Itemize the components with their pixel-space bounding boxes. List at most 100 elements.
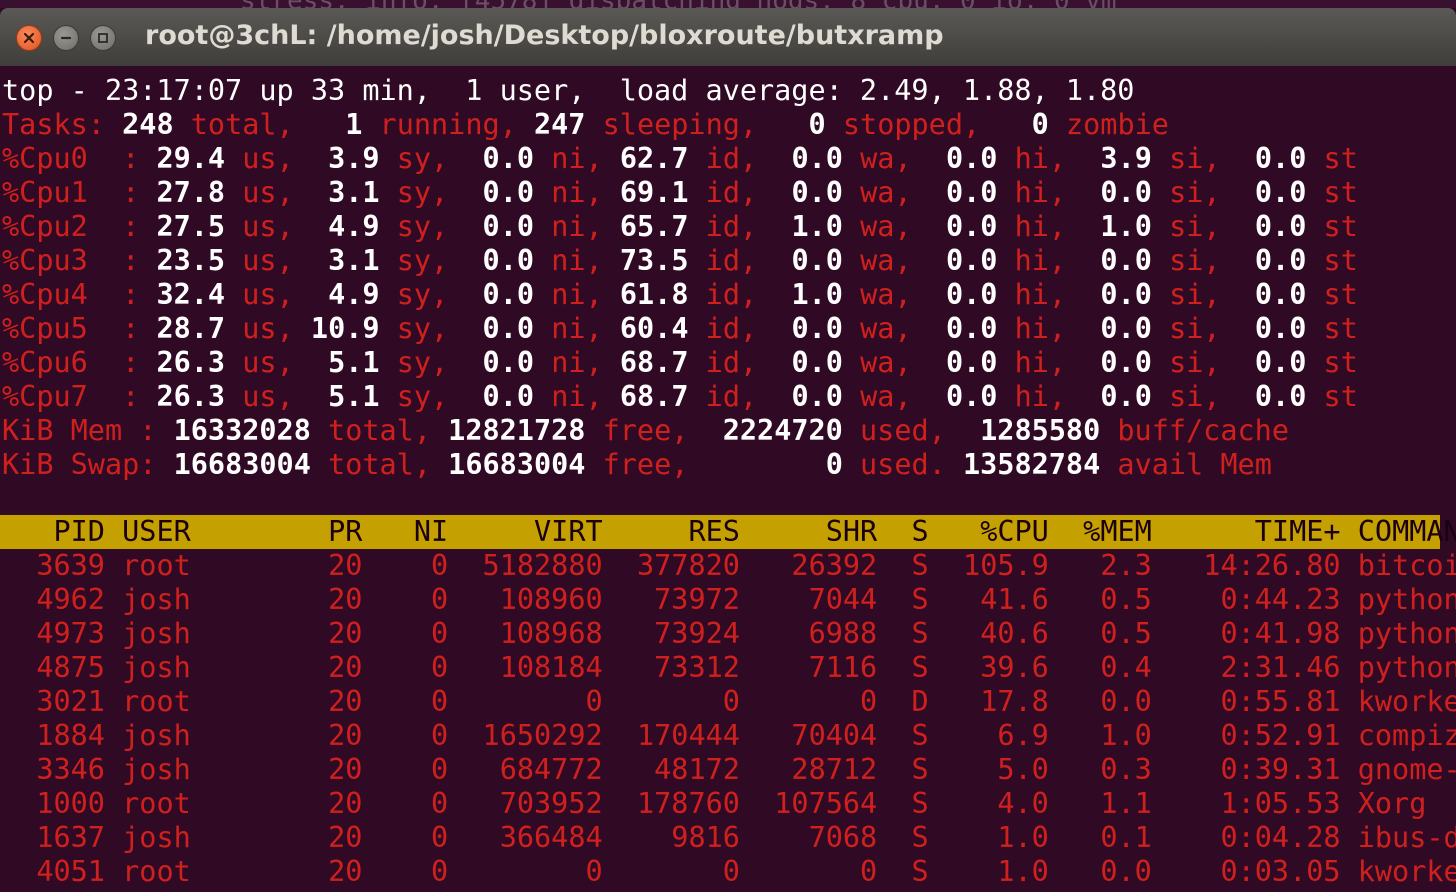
cpu-ni-value: 0.0 [482,278,535,311]
window-titlebar[interactable]: root@3chL: /home/josh/Desktop/bloxroute/… [0,8,1456,66]
cell-virt: 108968 [499,617,603,650]
cpu-wa-value: 0.0 [791,176,843,209]
cell-time: 1:05.53 [1220,787,1341,820]
column-header-res[interactable]: RES [620,515,739,548]
cpu-st-value: 0.0 [1254,278,1307,311]
column-header-shr[interactable]: SHR [757,515,877,548]
cell-s: S [911,719,929,752]
cell-virt: 0 [585,685,603,718]
minimize-button[interactable] [53,25,79,51]
cell-mem: 1.1 [1100,787,1152,820]
mem-buff: 1285580 [980,414,1101,447]
cpu-hi-value: 0.0 [945,142,998,175]
cell-user: root [122,549,191,582]
process-header-row: PID USER PR NI VIRT RES SHR S %CPU %MEM … [2,515,1456,549]
column-header-s[interactable]: S [894,515,929,548]
cpu-st-label: st [1323,278,1358,311]
cpu-st-value: 0.0 [1254,346,1307,379]
cell-command: python [1357,583,1456,616]
tasks-running-label: running, [362,108,517,141]
cpu-sy-label: sy, [396,210,449,243]
column-header-command[interactable]: COMMAND [1358,515,1456,548]
cpu-wa-value: 0.0 [791,380,843,413]
cell-time: 0:41.98 [1220,617,1341,650]
cpu-si-value: 0.0 [1100,346,1152,379]
tasks-running: 1 [345,108,363,141]
terminal-window[interactable]: root@3chL: /home/josh/Desktop/bloxroute/… [0,8,1456,892]
cpu-hi-value: 0.0 [945,176,998,209]
table-row: 3639 root 20 0 5182880 377820 26392 S 10… [2,549,1456,583]
cell-cpu: 40.6 [980,617,1049,650]
table-row: 3346 josh 20 0 684772 48172 28712 S 5.0 … [2,753,1456,787]
column-header-pr[interactable]: PR [294,515,362,548]
cpu-st-label: st [1323,142,1358,175]
column-header-virt[interactable]: VIRT [465,515,603,548]
cell-command: kworker/u1+ [1357,685,1456,718]
swap-avail: 13582784 [962,448,1101,481]
cell-time: 0:39.31 [1220,753,1341,786]
table-row: 1000 root 20 0 703952 178760 107564 S 4.… [2,787,1456,821]
cpu-wa-label: wa, [860,210,912,243]
cell-s: S [911,583,929,616]
cpu-line: %Cpu3 : 23.5 us, 3.1 sy, 0.0 ni, 73.5 id… [2,244,1358,278]
cell-shr: 28712 [791,753,878,786]
cpu-hi-value: 0.0 [945,244,998,277]
cell-mem: 0.5 [1100,583,1152,616]
column-header-pid[interactable]: PID [19,515,104,548]
terminal-area[interactable]: top - 23:17:07 up 33 min, 1 user, load a… [0,66,1456,892]
maximize-button[interactable] [90,25,116,51]
cell-ni: 0 [431,719,449,752]
close-button[interactable] [16,25,42,51]
cpu-sy-value: 3.9 [328,142,380,175]
cell-command: ibus-daemon [1357,821,1456,854]
column-header-ni[interactable]: NI [380,515,448,548]
cell-pid: 1637 [36,821,105,854]
cpu-st-value: 0.0 [1254,142,1307,175]
mem-free-label: free, [585,414,689,447]
cpu-id-value: 62.7 [619,142,689,175]
cell-time: 0:52.91 [1220,719,1341,752]
column-header-user[interactable]: USER [122,515,276,548]
table-row: 1637 josh 20 0 366484 9816 7068 S 1.0 0.… [2,821,1456,855]
cpu-ni-label: ni, [551,346,603,379]
cpu-us-value: 28.7 [156,312,226,345]
column-header-cpu[interactable]: %CPU [946,515,1049,548]
table-row: 4051 root 20 0 0 0 0 S 1.0 0.0 0:03.05 k… [2,855,1456,889]
cpu-si-value: 0.0 [1100,278,1152,311]
cell-shr: 70404 [791,719,878,752]
column-header-time[interactable]: TIME+ [1169,515,1341,548]
cpu-ni-label: ni, [551,244,603,277]
cell-command: Xorg [1357,787,1427,820]
cell-cpu: 1.0 [997,855,1049,888]
cell-shr: 7116 [808,651,878,684]
cell-pid: 4875 [36,651,105,684]
cpu-name: %Cpu7 : [2,380,140,413]
cell-mem: 0.4 [1100,651,1152,684]
cell-res: 73312 [654,651,740,684]
cell-ni: 0 [431,617,449,650]
cell-user: josh [122,753,191,786]
cpu-sy-value: 4.9 [328,278,380,311]
mem-label: KiB Mem : [2,414,157,447]
cell-ni: 0 [431,821,449,854]
cell-time: 2:31.46 [1220,651,1341,684]
cpu-ni-label: ni, [551,278,603,311]
cpu-st-label: st [1323,176,1358,209]
cell-shr: 7044 [808,583,878,616]
column-header-mem[interactable]: %MEM [1066,515,1152,548]
cpu-wa-label: wa, [860,142,912,175]
cell-s: S [911,651,929,684]
cell-command: compiz [1357,719,1456,752]
cell-virt: 366484 [499,821,603,854]
cell-user: root [122,855,191,888]
tasks-stopped: 0 [808,108,826,141]
cell-ni: 0 [431,583,449,616]
cell-time: 14:26.80 [1203,549,1341,582]
cpu-st-label: st [1323,244,1358,277]
cpu-hi-label: hi, [1014,176,1067,209]
cpu-us-value: 27.5 [156,210,226,243]
cpu-id-label: id, [705,244,758,277]
cell-command: gnome-term+ [1357,753,1456,786]
cpu-hi-label: hi, [1014,210,1067,243]
cpu-ni-label: ni, [551,210,603,243]
